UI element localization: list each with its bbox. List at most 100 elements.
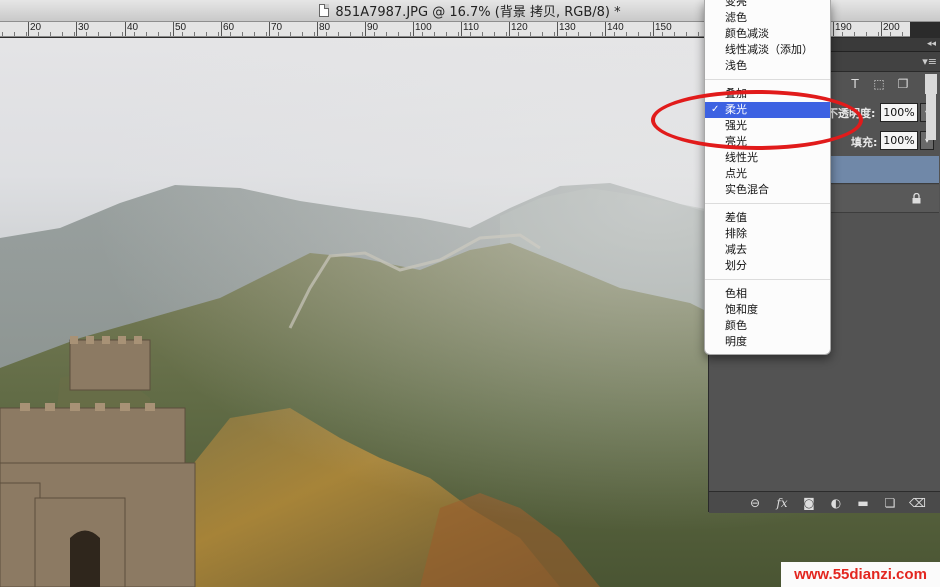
layers-panel-footer: ⊖ fx ◙ ◐ ▬ ❏ ⌫ [709,491,940,513]
adjustment-icon[interactable]: ◐ [828,496,844,510]
ruler-minor-tick [530,32,531,36]
fill-field[interactable]: 100% [880,131,918,150]
ruler-minor-tick [698,32,699,36]
blend-mode-label: 滤色 [725,11,747,24]
fx-icon[interactable]: fx [774,496,790,510]
ruler-major-tick [509,22,510,36]
ruler-minor-tick [386,32,387,36]
menu-separator [705,203,830,204]
ruler-minor-tick [446,32,447,36]
ruler-minor-tick [902,32,903,36]
blend-mode-option[interactable]: 减去 [705,242,830,258]
blend-mode-label: 饱和度 [725,303,758,316]
blend-mode-option[interactable]: 差值 [705,210,830,226]
ruler-minor-tick [50,32,51,36]
ruler-minor-tick [638,32,639,36]
ruler-major-tick [28,22,29,36]
text-layer-icon[interactable]: T [847,76,863,92]
ruler-minor-tick [662,32,663,36]
ruler-minor-tick [14,32,15,36]
blend-mode-option[interactable]: 实色混合 [705,182,830,198]
ruler-label: 90 [367,22,379,33]
blend-mode-label: 减去 [725,243,747,256]
ruler-major-tick [605,22,606,36]
blend-mode-option[interactable]: 颜色 [705,318,830,334]
blend-mode-option[interactable]: 排除 [705,226,830,242]
ruler-major-tick [413,22,414,36]
blend-mode-option[interactable]: 滤色 [705,10,830,26]
folder-icon[interactable]: ▬ [855,496,871,510]
blend-mode-option[interactable]: 饱和度 [705,302,830,318]
blend-mode-option[interactable]: 线性光 [705,150,830,166]
blend-mode-label: 实色混合 [725,183,769,196]
new-layer-icon[interactable]: ❏ [882,496,898,510]
blend-mode-option[interactable]: 浅色 [705,58,830,74]
trash-icon[interactable]: ⌫ [909,496,926,510]
blend-mode-label: 颜色 [725,319,747,332]
ruler-minor-tick [278,32,279,36]
ruler-minor-tick [518,32,519,36]
blend-mode-option[interactable]: 划分 [705,258,830,274]
ruler-minor-tick [2,32,3,36]
ruler-minor-tick [170,32,171,36]
ruler-minor-tick [602,32,603,36]
blend-mode-label: 颜色减淡 [725,27,769,40]
blend-mode-label: 明度 [725,335,747,348]
menu-separator [705,279,830,280]
ruler-minor-tick [542,32,543,36]
ruler-minor-tick [494,32,495,36]
ruler-major-tick [365,22,366,36]
smart-object-icon[interactable]: ❐ [895,76,911,92]
ruler-minor-tick [290,32,291,36]
ruler-minor-tick [218,32,219,36]
ruler-minor-tick [626,32,627,36]
ruler-major-tick [173,22,174,36]
blend-mode-option[interactable]: 色相 [705,286,830,302]
document-icon [319,4,330,17]
ruler-minor-tick [38,32,39,36]
ruler-label: 120 [511,22,528,33]
ruler-minor-tick [614,32,615,36]
ruler-minor-tick [134,32,135,36]
ruler-label: 200 [883,22,900,33]
ruler-minor-tick [302,32,303,36]
blend-mode-label: 排除 [725,227,747,240]
ruler-label: 150 [655,22,672,33]
blend-mode-option[interactable]: 线性减淡（添加） [705,42,830,58]
blend-mode-option[interactable]: 明度 [705,334,830,350]
ruler-major-tick [317,22,318,36]
ruler-minor-tick [230,32,231,36]
watermark: www.55dianzi.com [781,562,940,587]
ruler-minor-tick [182,32,183,36]
blend-mode-label: 浅色 [725,59,747,72]
panel-scroll-strip[interactable] [926,80,936,140]
highlight-ellipse [651,90,863,150]
blend-mode-label: 线性光 [725,151,758,164]
ruler-major-tick [461,22,462,36]
blend-mode-option[interactable]: 变亮 [705,0,830,10]
collapse-panel-icon[interactable]: ◂◂ [927,39,936,49]
ruler-minor-tick [566,32,567,36]
ruler-minor-tick [434,32,435,36]
ruler-major-tick [76,22,77,36]
ruler-minor-tick [362,32,363,36]
opacity-field[interactable]: 100% [880,103,918,122]
shape-layer-icon[interactable]: ⬚ [871,76,887,92]
ruler-label: 40 [127,22,139,33]
ruler-major-tick [557,22,558,36]
ruler-minor-tick [326,32,327,36]
ruler-minor-tick [854,32,855,36]
ruler-minor-tick [398,32,399,36]
panel-menu-icon[interactable]: ▾≡ [922,55,937,68]
mask-icon[interactable]: ◙ [801,496,817,510]
link-icon[interactable]: ⊖ [747,496,763,510]
ruler-major-tick [221,22,222,36]
ruler-minor-tick [350,32,351,36]
ruler-minor-tick [266,32,267,36]
blend-mode-option[interactable]: 点光 [705,166,830,182]
ruler-major-tick [125,22,126,36]
ruler-minor-tick [374,32,375,36]
blend-mode-menu: 变亮 滤色 颜色减淡 线性减淡（添加） 浅色 叠加 ✓ 柔光 强光 亮光 线性光 点光 实色混合 差值 排除… [704,0,831,355]
ruler-minor-tick [26,32,27,36]
blend-mode-option[interactable]: 颜色减淡 [705,26,830,42]
